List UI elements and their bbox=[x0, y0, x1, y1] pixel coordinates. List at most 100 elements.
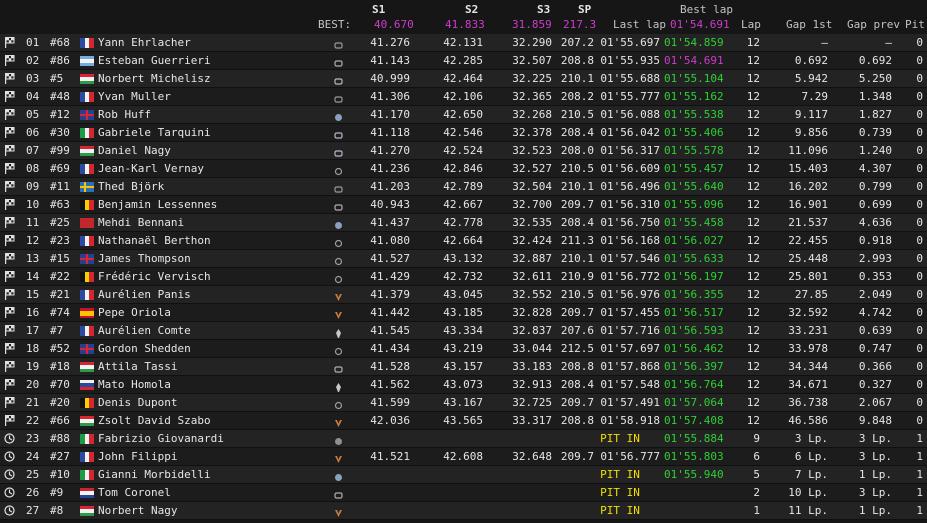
pit-count: 0 bbox=[916, 288, 923, 301]
table-row: 17 #7 Aurélien Comte 41.545 43.334 32.837 207.… bbox=[0, 322, 927, 340]
sector-2-time: 43.219 bbox=[443, 342, 483, 355]
last-lap-time: 01'55.688 bbox=[600, 72, 660, 85]
lap-count: 12 bbox=[746, 270, 760, 283]
table-row: 04 #48 Yvan Muller 41.306 42.106 32.365 208.2 0… bbox=[0, 88, 927, 106]
header-best-lap-label: Best lap bbox=[680, 3, 733, 16]
sector-1-time: 41.306 bbox=[370, 90, 410, 103]
pit-count: 0 bbox=[916, 216, 923, 229]
brand-logo-icon bbox=[334, 272, 343, 284]
last-lap-time: 01'55.697 bbox=[600, 36, 660, 49]
driver-name: Attila Tassi bbox=[98, 360, 178, 373]
sector-3-time: 32.828 bbox=[512, 306, 552, 319]
driver-name: James Thompson bbox=[98, 252, 191, 265]
sector-2-time: 42.650 bbox=[443, 108, 483, 121]
driver-name: Yvan Muller bbox=[98, 90, 171, 103]
car-number: #63 bbox=[50, 198, 70, 211]
header-gap-1st: Gap 1st bbox=[786, 18, 833, 31]
sector-2-time: 43.334 bbox=[443, 324, 483, 337]
gap-prev: 0.918 bbox=[858, 234, 892, 247]
sector-1-time: 41.270 bbox=[370, 144, 410, 157]
header-pit: Pit bbox=[905, 18, 925, 31]
table-row: 10 #63 Benjamin Lessennes 40.943 42.667 32.70… bbox=[0, 196, 927, 214]
speed: 209.7 bbox=[560, 306, 594, 319]
position: 02 bbox=[26, 54, 40, 67]
speed: 210.5 bbox=[560, 288, 594, 301]
gap-prev: 3 Lp. bbox=[858, 486, 892, 499]
car-number: #10 bbox=[50, 468, 70, 481]
brand-logo-icon bbox=[334, 164, 343, 176]
sector-1-time: 41.379 bbox=[370, 288, 410, 301]
speed: 209.7 bbox=[560, 198, 594, 211]
sector-2-time: 42.789 bbox=[443, 180, 483, 193]
header-lap: Lap bbox=[741, 18, 761, 31]
best-lap-time: 01'57.408 bbox=[664, 414, 724, 427]
gap-1st: 9.856 bbox=[794, 126, 828, 139]
best-lap-time: 01'54.859 bbox=[664, 36, 724, 49]
brand-logo-icon bbox=[334, 128, 343, 139]
gap-prev: 4.636 bbox=[858, 216, 892, 229]
last-lap-time: 01'57.548 bbox=[600, 378, 660, 391]
brand-logo-icon bbox=[334, 74, 343, 85]
speed: 212.5 bbox=[560, 342, 594, 355]
car-number: #18 bbox=[50, 360, 70, 373]
table-row: 24 #27 John Filippi 41.521 42.608 32.648 209.7… bbox=[0, 448, 927, 466]
driver-name: Pepe Oriola bbox=[98, 306, 171, 319]
table-row: 08 #69 Jean-Karl Vernay 41.236 42.846 32.527 2… bbox=[0, 160, 927, 178]
sector-3-time: 32.225 bbox=[512, 72, 552, 85]
lap-count: 12 bbox=[746, 414, 760, 427]
gap-1st: 22.455 bbox=[788, 234, 828, 247]
sector-1-time: 41.562 bbox=[370, 378, 410, 391]
car-number: #27 bbox=[50, 450, 70, 463]
gap-1st: 6 Lp. bbox=[794, 450, 828, 463]
gap-prev: 0.739 bbox=[858, 126, 892, 139]
gap-prev: 1.240 bbox=[858, 144, 892, 157]
gap-prev: 3 Lp. bbox=[858, 450, 892, 463]
sector-3-time: 32.552 bbox=[512, 288, 552, 301]
best-s3: 31.859 bbox=[512, 18, 552, 31]
best-lap-time: 01'56.397 bbox=[664, 360, 724, 373]
sector-1-time: 41.170 bbox=[370, 108, 410, 121]
position: 19 bbox=[26, 360, 40, 373]
gap-prev: 2.067 bbox=[858, 396, 892, 409]
nationality-flag-icon bbox=[80, 236, 94, 246]
brand-logo-icon bbox=[334, 290, 343, 301]
pit-count: 0 bbox=[916, 180, 923, 193]
sector-2-time: 43.157 bbox=[443, 360, 483, 373]
best-s1: 40.670 bbox=[374, 18, 414, 31]
gap-prev: 0.699 bbox=[858, 198, 892, 211]
clock-icon bbox=[4, 466, 15, 483]
nationality-flag-icon bbox=[80, 470, 94, 480]
checkered-flag-icon bbox=[4, 232, 15, 249]
pit-count: 0 bbox=[916, 198, 923, 211]
nationality-flag-icon bbox=[80, 128, 94, 138]
pit-count: 1 bbox=[916, 504, 923, 517]
table-row: 03 #5 Norbert Michelisz 40.999 42.464 32.225 2… bbox=[0, 70, 927, 88]
best-lap-time: 01'55.538 bbox=[664, 108, 724, 121]
sector-3-time: 32.378 bbox=[512, 126, 552, 139]
table-row: 09 #11 Thed Björk 41.203 42.789 32.504 210.1 01… bbox=[0, 178, 927, 196]
best-lap-time: 01'56.462 bbox=[664, 342, 724, 355]
speed: 208.2 bbox=[560, 90, 594, 103]
pit-count: 0 bbox=[916, 72, 923, 85]
nationality-flag-icon bbox=[80, 452, 94, 462]
pit-count: 0 bbox=[916, 360, 923, 373]
table-row: 01 #68 Yann Ehrlacher 41.276 42.131 32.290 207… bbox=[0, 34, 927, 52]
nationality-flag-icon bbox=[80, 344, 94, 354]
table-row: 02 #86 Esteban Guerrieri 41.143 42.285 32.507… bbox=[0, 52, 927, 70]
sector-1-time: 41.528 bbox=[370, 360, 410, 373]
sector-2-time: 43.045 bbox=[443, 288, 483, 301]
clock-icon bbox=[4, 448, 15, 465]
lap-count: 12 bbox=[746, 162, 760, 175]
checkered-flag-icon bbox=[4, 52, 15, 69]
best-lap-time: 01'55.457 bbox=[664, 162, 724, 175]
brand-logo-icon bbox=[334, 362, 343, 373]
best-lap-time: 01'56.764 bbox=[664, 378, 724, 391]
table-row: 18 #52 Gordon Shedden 41.434 43.219 33.044 212… bbox=[0, 340, 927, 358]
timing-header: S1 S2 S3 SP Best lap BEST: 40.670 41.833… bbox=[0, 0, 927, 34]
driver-name: Esteban Guerrieri bbox=[98, 54, 211, 67]
driver-name: Gianni Morbidelli bbox=[98, 468, 211, 481]
table-row: 22 #66 Zsolt David Szabo 42.036 43.565 33.317… bbox=[0, 412, 927, 430]
sector-3-time: 32.887 bbox=[512, 252, 552, 265]
gap-1st: 34.671 bbox=[788, 378, 828, 391]
driver-name: Denis Dupont bbox=[98, 396, 178, 409]
